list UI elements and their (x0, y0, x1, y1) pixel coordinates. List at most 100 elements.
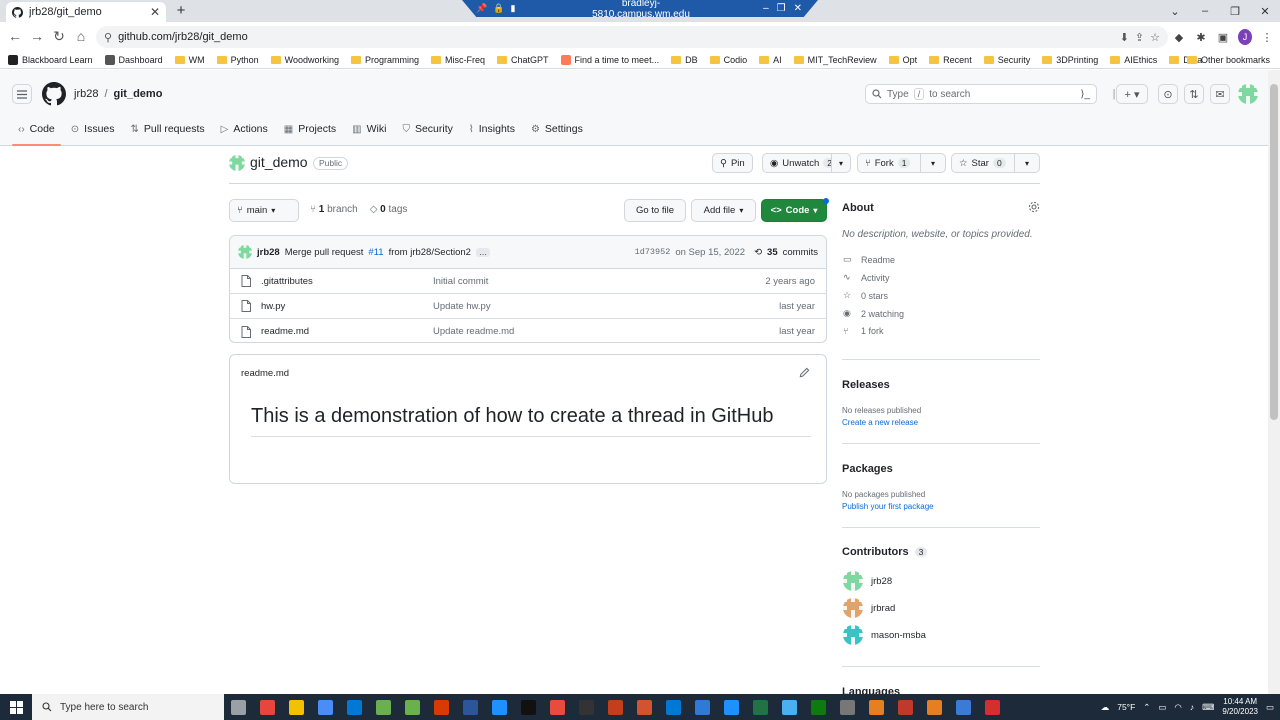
search-input[interactable]: Type / to search ⟩_ (865, 84, 1097, 104)
fork-dropdown-chevron-icon[interactable]: ▾ (920, 153, 946, 173)
install-icon[interactable]: ⬇ (1120, 31, 1129, 44)
settings-app-icon[interactable] (311, 694, 340, 720)
file-commit-message[interactable]: Update readme.md (433, 326, 779, 337)
bookmark-item[interactable]: Programming (350, 55, 419, 65)
tab-actions[interactable]: ▷ Actions (213, 116, 276, 142)
reload-icon[interactable]: ↻ (48, 25, 70, 47)
firefox-icon[interactable] (862, 694, 891, 720)
bookmark-item[interactable]: MIT_TechReview (793, 55, 877, 65)
notepad-icon[interactable] (369, 694, 398, 720)
volume-icon[interactable]: ♪ (1190, 702, 1194, 712)
maximize-window-icon[interactable]: ❐ (1220, 5, 1250, 18)
inbox-icon[interactable]: ✉ (1210, 84, 1230, 104)
bookmark-item[interactable]: WM (174, 55, 205, 65)
file-explorer-icon[interactable] (282, 694, 311, 720)
file-row[interactable]: hw.py Update hw.py last year (230, 294, 826, 319)
extension-flame-icon[interactable]: ◆ (1172, 31, 1186, 44)
github-logo-icon[interactable] (42, 82, 66, 106)
star-dropdown-chevron-icon[interactable]: ▾ (1014, 153, 1040, 173)
tab-projects[interactable]: ▦ Projects (276, 116, 344, 142)
bookmark-item[interactable]: Codio (709, 55, 747, 65)
wifi-icon[interactable]: ◠ (1174, 702, 1181, 713)
bookmark-item[interactable]: Security (983, 55, 1030, 65)
file-commit-message[interactable]: Update hw.py (433, 301, 779, 312)
taskbar-search[interactable]: Type here to search (32, 694, 224, 720)
file-row[interactable]: readme.md Update readme.md last year (230, 319, 826, 342)
new-tab-button[interactable]: + (172, 2, 190, 20)
commit-author-avatar[interactable] (238, 245, 252, 259)
breadcrumb-owner[interactable]: jrb28 (74, 88, 98, 100)
filezilla-icon[interactable] (427, 694, 456, 720)
windows-start-icon[interactable] (0, 694, 32, 720)
releases-title[interactable]: Releases (842, 379, 890, 391)
tab-code[interactable]: ‹› Code (10, 116, 63, 146)
notifications-icon[interactable]: ▭ (1266, 702, 1274, 713)
bookmark-item[interactable]: Python (216, 55, 259, 65)
branch-select[interactable]: ⑂ main ▾ (229, 199, 299, 222)
unwatch-button[interactable]: ◉ Unwatch 2 (762, 153, 836, 173)
pull-requests-header-icon[interactable]: ⇅ (1184, 84, 1204, 104)
contributor-avatar[interactable] (843, 598, 863, 618)
commit-expand-button[interactable]: … (475, 247, 490, 257)
github-desktop-icon[interactable] (572, 694, 601, 720)
contributors-title[interactable]: Contributors (842, 546, 909, 558)
sublime-icon[interactable] (543, 694, 572, 720)
contributor-name[interactable]: mason-msba (871, 630, 926, 641)
bookmark-item[interactable]: Opt (888, 55, 917, 65)
commit-message-suffix[interactable]: from jrb28/Section2 (389, 247, 471, 258)
omnibox[interactable]: ⚲ github.com/jrb28/git_demo ⬇ ⇪ ☆ (96, 26, 1168, 48)
branches-link[interactable]: ⑂ 1 branch (310, 204, 358, 215)
publish-package-link[interactable]: Publish your first package (842, 502, 934, 511)
acrobat-icon[interactable] (978, 694, 1007, 720)
commit-sha[interactable]: 1d73952 (635, 247, 671, 257)
cmd-icon[interactable] (514, 694, 543, 720)
tab-security[interactable]: ⛉ Security (394, 116, 460, 142)
bookmark-item[interactable]: 3DPrinting (1042, 55, 1098, 65)
tab-settings[interactable]: ⚙ Settings (523, 116, 591, 142)
contributor[interactable]: jrb28 (843, 571, 926, 591)
tab-issues[interactable]: ⊙ Issues (63, 116, 123, 142)
terminal-icon[interactable] (398, 694, 427, 720)
bookmark-item[interactable]: AI (759, 55, 782, 65)
contributor-avatar[interactable] (843, 571, 863, 591)
about-item[interactable]: ☆ 0 stars (843, 290, 904, 301)
chevron-down-icon[interactable]: ⌄ (1160, 5, 1190, 18)
contributor-avatar[interactable] (843, 625, 863, 645)
forward-icon[interactable]: → (26, 25, 48, 47)
snip-icon[interactable] (833, 694, 862, 720)
file-commit-message[interactable]: Initial commit (433, 276, 765, 287)
packages-title[interactable]: Packages (842, 463, 893, 475)
tab-insights[interactable]: ⌇ Insights (461, 116, 523, 142)
puzzle-icon[interactable]: ✱ (1194, 31, 1208, 44)
minimize-window-icon[interactable]: ‒ (1190, 5, 1220, 17)
restore-icon[interactable]: ❐ (777, 3, 786, 14)
about-item[interactable]: ◉ 2 watching (843, 308, 904, 319)
command-palette-icon[interactable]: ⟩_ (1081, 89, 1090, 100)
teams-icon[interactable] (688, 694, 717, 720)
bookmark-item[interactable]: AIEthics (1110, 55, 1157, 65)
about-settings-gear-icon[interactable] (1028, 201, 1040, 213)
about-item[interactable]: ∿ Activity (843, 272, 904, 283)
contributor[interactable]: jrbrad (843, 598, 926, 618)
menu-kebab-icon[interactable]: ⋮ (1260, 31, 1274, 44)
close-tab-icon[interactable]: ✕ (150, 5, 160, 19)
bookmark-item[interactable]: ChatGPT (497, 55, 549, 65)
commit-message-prefix[interactable]: Merge pull request (285, 247, 364, 258)
task-view-icon[interactable] (224, 694, 253, 720)
outlook-icon[interactable] (340, 694, 369, 720)
tray-chevron-icon[interactable]: ⌃ (1143, 702, 1150, 713)
hamburger-menu-icon[interactable] (12, 84, 32, 104)
file-name[interactable]: .gitattributes (261, 276, 433, 287)
app-icon[interactable] (485, 694, 514, 720)
side-panel-icon[interactable]: ▣ (1216, 31, 1230, 44)
excel-icon[interactable] (746, 694, 775, 720)
bookmark-item[interactable]: Blackboard Learn (8, 54, 93, 65)
access-icon[interactable] (630, 694, 659, 720)
scrollbar-thumb[interactable] (1270, 84, 1278, 420)
create-new-button[interactable]: + ▾ (1116, 84, 1148, 104)
bookmark-item[interactable]: Find a time to meet... (560, 54, 659, 65)
tags-link[interactable]: ◇ 0 tags (370, 204, 408, 215)
keyboard-icon[interactable]: ⌨ (1202, 702, 1214, 713)
url-text[interactable]: github.com/jrb28/git_demo (118, 31, 248, 43)
bookmark-item[interactable]: Woodworking (270, 55, 339, 65)
